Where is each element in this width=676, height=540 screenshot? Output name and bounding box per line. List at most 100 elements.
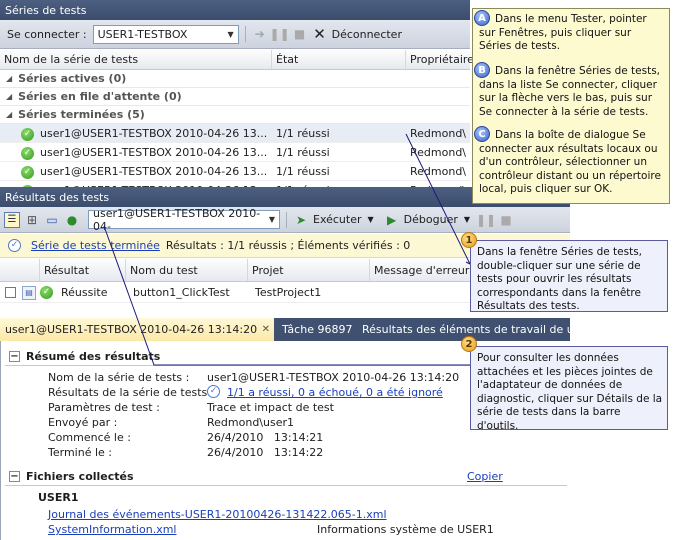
tab-run-details-label: user1@USER1-TESTBOX 2010-04-26 13:14:20 (5, 323, 258, 336)
files-section-header[interactable]: − Fichiers collectés (9, 467, 134, 485)
column-run-name[interactable]: Nom de la série de tests (0, 50, 272, 69)
callout-abc: Dans le menu Tester, pointer sur Fenêtre… (472, 8, 670, 204)
execute-button[interactable]: Exécuter (313, 213, 362, 226)
badge-a-icon: A (474, 10, 490, 26)
row-status: ✓ (0, 164, 40, 179)
row-owner: Redmond\ (410, 145, 467, 159)
callout-a-text: Dans le menu Tester, pointer sur Fenêtre… (479, 13, 647, 52)
summary-label: Envoyé par : (48, 416, 118, 429)
badge-2-icon: 2 (461, 336, 477, 352)
row-state: 1/1 réussi (276, 145, 330, 159)
callout-1: Dans la fenêtre Séries de tests, double-… (470, 240, 668, 312)
debug-icon[interactable]: ▶ (384, 212, 400, 228)
execute-icon[interactable]: ➤ (293, 212, 309, 228)
column-checkbox (0, 259, 40, 281)
row-run-name: user1@USER1-TESTBOX 2010-04-26 13... (40, 164, 268, 178)
file-link[interactable]: SystemInformation.xml (48, 523, 176, 536)
stop-icon[interactable]: ■ (498, 212, 514, 228)
run-status-text: Résultats : 1/1 réussis ; Éléments vérif… (165, 239, 411, 252)
results-link[interactable]: 1/1 a réussi, 0 a échoué, 0 a été ignoré (227, 386, 443, 399)
disconnect-icon[interactable]: ✕ (312, 25, 328, 43)
collapse-triangle-icon[interactable]: ◢ (6, 110, 12, 119)
chevron-down-icon[interactable]: ▼ (227, 30, 233, 39)
summary-value: Trace et impact de test (207, 401, 334, 414)
summary-label: Terminé le : (48, 446, 112, 459)
group-label: Séries terminées (5) (18, 108, 145, 121)
disconnect-button[interactable]: Déconnecter (332, 28, 402, 41)
files-user: USER1 (38, 491, 79, 504)
check-icon: ✓ (40, 286, 53, 299)
run-select-value: user1@USER1-TESTBOX 2010-04- (93, 206, 261, 233)
collapse-triangle-icon[interactable]: ◢ (6, 92, 12, 101)
test-results-toolbar: ☰ ⊞ ▭ ● user1@USER1-TESTBOX 2010-04- ▼ ➤… (0, 207, 570, 233)
tab-task[interactable]: Tâche 96897 (274, 318, 354, 341)
summary-label: Commencé le : (48, 431, 131, 444)
collapse-icon[interactable]: − (9, 470, 20, 482)
summary-value: 26/4/2010 13:14:21 (207, 431, 324, 444)
check-icon: ✓ (21, 165, 34, 179)
summary-title: Résumé des résultats (26, 349, 161, 363)
status-check-icon: ✓ (8, 239, 21, 252)
group-by-icon[interactable]: ⊞ (24, 212, 40, 228)
table-row[interactable]: ✓ user1@USER1-TESTBOX 2010-04-26 13... 1… (0, 162, 470, 181)
files-divider (5, 485, 567, 486)
check-icon: ✓ (21, 146, 34, 160)
test-runs-titlebar: Séries de tests (0, 0, 470, 20)
tab-run-details[interactable]: user1@USER1-TESTBOX 2010-04-26 13:14:20 … (0, 318, 274, 341)
pause-icon[interactable]: ❚❚ (476, 212, 496, 228)
test-run-details-icon[interactable]: ☰ (4, 211, 20, 228)
file-link[interactable]: Journal des événements-USER1-20100426-13… (48, 508, 387, 521)
row-checkbox[interactable] (5, 287, 16, 298)
group-completed[interactable]: ◢ Séries terminées (5) (0, 106, 470, 124)
column-test-name[interactable]: Nom du test (126, 259, 248, 281)
collapse-icon[interactable]: − (9, 350, 20, 362)
table-row[interactable]: ✓ user1@USER1-TESTBOX 2010-04-26 13... 1… (0, 124, 470, 143)
collapse-triangle-icon[interactable]: ◢ (6, 74, 12, 83)
toolbar-separator (286, 211, 287, 228)
execute-dropdown-icon[interactable]: ▼ (368, 215, 374, 224)
badge-c-icon: C (474, 126, 490, 142)
test-file-icon: ▤ (22, 285, 36, 300)
debug-button[interactable]: Déboguer (404, 213, 458, 226)
summary-label: Résultats de la série de tests : (48, 386, 215, 399)
summary-label: Paramètres de test : (48, 401, 160, 414)
group-active[interactable]: ◢ Séries actives (0) (0, 70, 470, 88)
test-runs-toolbar: Se connecter : USER1-TESTBOX ▼ ➔ ❚❚ ■ ✕ … (0, 20, 470, 49)
details-tabbar: user1@USER1-TESTBOX 2010-04-26 13:14:20 … (0, 318, 570, 341)
callout-2: Pour consulter les données attachées et … (470, 346, 668, 432)
callout-1-text: Dans la fenêtre Séries de tests, double-… (477, 246, 643, 312)
tab-work-items-label: Résultats des éléments de travail de use… (362, 323, 570, 336)
run-icon[interactable]: ➔ (252, 26, 268, 42)
summary-section-header[interactable]: − Résumé des résultats (9, 347, 160, 365)
test-runs-list: ◢ Séries actives (0) ◢ Séries en file d'at… (0, 70, 470, 200)
row-owner: Redmond\ (410, 126, 467, 140)
row-state: 1/1 réussi (276, 126, 330, 140)
summary-label: Nom de la série de tests : (48, 371, 190, 384)
copy-link[interactable]: Copier (467, 470, 503, 483)
test-runs-column-header: Nom de la série de tests État Propriétai… (0, 50, 474, 70)
stop-icon[interactable]: ■ (292, 26, 308, 42)
table-row[interactable]: ✓ user1@USER1-TESTBOX 2010-04-26 13... 1… (0, 143, 470, 162)
chevron-down-icon[interactable]: ▼ (269, 215, 275, 224)
debug-dropdown-icon[interactable]: ▼ (464, 215, 470, 224)
callout-c-text: Dans la boîte de dialogue Se connecter a… (479, 129, 661, 195)
connect-combo[interactable]: USER1-TESTBOX ▼ (92, 24, 239, 44)
import-icon[interactable]: ● (64, 212, 80, 228)
run-select[interactable]: user1@USER1-TESTBOX 2010-04- ▼ (88, 207, 280, 233)
pause-icon[interactable]: ❚❚ (270, 26, 290, 42)
check-icon: ✓ (21, 127, 34, 141)
summary-value: Redmond\user1 (207, 416, 294, 429)
column-project[interactable]: Projet (248, 259, 370, 281)
column-state[interactable]: État (272, 50, 406, 69)
tab-task-label: Tâche 96897 (282, 323, 353, 336)
window-icon[interactable]: ▭ (44, 212, 60, 228)
summary-value: 26/4/2010 13:14:22 (207, 446, 324, 459)
column-owner[interactable]: Propriétaire (406, 50, 474, 69)
row-project: TestProject1 (255, 286, 322, 299)
run-completed-link[interactable]: Série de tests terminée (31, 239, 160, 252)
close-icon[interactable]: ✕ (262, 324, 270, 335)
test-results-title: Résultats des tests (5, 190, 110, 204)
group-queued[interactable]: ◢ Séries en file d'attente (0) (0, 88, 470, 106)
column-result[interactable]: Résultat (40, 259, 126, 281)
tab-work-items[interactable]: Résultats des éléments de travail de use… (354, 318, 570, 341)
